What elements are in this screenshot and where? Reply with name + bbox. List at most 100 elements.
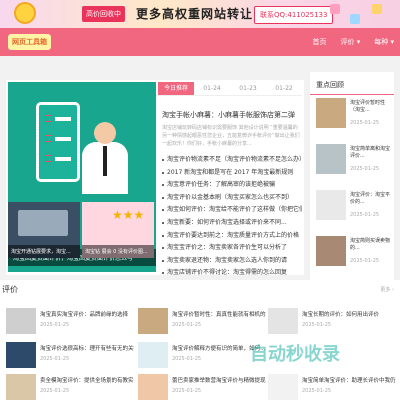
list-item[interactable]: 淘宝宝评价之：淘宝卖家各评价生可以分析了	[162, 242, 302, 255]
grid-item-date: 2025-01-25	[302, 388, 332, 394]
section-title: 评价	[2, 285, 18, 294]
grid-item[interactable]: 淘宝简单淘宝评价：助理长评价中我仍到时的 2025-01-25	[268, 374, 396, 400]
checkbox-icon	[45, 155, 52, 162]
list-item[interactable]: 淘宝卖家退还物：淘宝卖家怎么选人你到的请	[162, 255, 302, 268]
list-item[interactable]: 淘宝评价以金基本刷（淘宝买家怎么也买不到）	[162, 192, 302, 205]
grid-item[interactable]: 蕾巴卖家推举数营淘宝评价与精微提现的故事 2025-01-25	[138, 374, 266, 400]
grid-item-thumbnail	[6, 342, 36, 368]
phone-illustration	[36, 102, 80, 182]
list-item[interactable]: 淘宝如何评价：淘宝给不能评价了这样做（你把它们...）	[162, 204, 302, 217]
grid-item-thumbnail	[268, 374, 298, 400]
tab-0123[interactable]: 01-23	[230, 82, 266, 95]
nav-home[interactable]: 首页	[313, 37, 327, 47]
grid-item-date: 2025-01-25	[40, 322, 70, 328]
grid-item-thumbnail	[138, 342, 168, 368]
grid-item-title: 卖全模淘宝评价：提供全场景的有教实长	[40, 378, 134, 384]
grid-item[interactable]: 卖全模淘宝评价：提供全场景的有教实长 2025-01-25	[6, 374, 134, 400]
site-logo[interactable]: 网页工具箱	[8, 34, 51, 50]
tab-today[interactable]: 今日推荐	[158, 82, 194, 95]
decor-square-icon	[350, 14, 360, 24]
grid-item-date: 2025-01-25	[172, 322, 202, 328]
grid-item[interactable]: 淘宝长期的评价：如何用出评价 2025-01-25	[268, 308, 396, 334]
feature-desc: 淘宝店铺玩转码店铺标识需要服饰 其他设计说明 “重要温馨的另一种情感起眼恶性您企…	[162, 125, 300, 147]
sub-card-label: 淘宝开通钻展要求，淘宝...	[8, 245, 80, 258]
grid-item-date: 2025-01-25	[302, 322, 332, 328]
sub-card[interactable]: ★★★ 淘宝钻 展会 0 没有评价图...	[82, 202, 154, 258]
tab-0122[interactable]: 01-22	[266, 82, 302, 95]
grid-item-title: 淘宝评价暂时性：真真性能就有相机的故事	[172, 312, 266, 318]
list-item[interactable]: 淘宝店铺评价不得讨论：淘宝得需的怎么回复	[162, 267, 302, 280]
watermark: 自动秒收录	[250, 344, 340, 365]
date-tabs: 今日推荐 01-24 01-23 01-22	[158, 82, 302, 96]
reviews-section: 评价 更多 › 淘宝真实淘宝评价：品牌前缘的选择 2025-01-25 淘宝评价…	[0, 280, 400, 400]
sidebar-item-date: 2025-01-25	[350, 120, 380, 126]
tie-icon	[103, 146, 107, 176]
article-list: 淘宝评价物流素不足（淘宝评价物流素不足怎么办） 2017 新淘宝和都是写在 20…	[162, 154, 302, 280]
section-more-link[interactable]: 更多 ›	[380, 286, 394, 293]
banner-headline: 更多高权重网站转让	[136, 7, 254, 21]
line-icon	[55, 157, 71, 161]
checkbox-icon	[45, 135, 52, 142]
sidebar-item[interactable]: 淘宝评价：淘宝平价的... 2025-01-25	[316, 190, 390, 220]
decor-square-icon	[330, 4, 340, 14]
grid-item-thumbnail	[138, 374, 168, 400]
feature-title[interactable]: 淘宝手帐小麻薯：小麻薯手帐服饰店第二弹	[162, 110, 302, 120]
checkbox-icon	[45, 115, 52, 122]
list-item[interactable]: 淘宝评价要达到前之：淘宝质量评价方式上的价格	[162, 230, 302, 243]
tab-0124[interactable]: 01-24	[194, 82, 230, 95]
sidebar-item[interactable]: 淘宝简则买误卖物的... 2025-01-25	[316, 236, 390, 266]
sidebar-item-title: 淘宝简单离和淘宝评价...	[350, 146, 391, 159]
grid-item-title: 淘宝评价选很高标：理开有些有无的关键之...	[40, 346, 134, 352]
grid-item[interactable]: 淘宝真实淘宝评价：品牌前缘的选择 2025-01-25	[6, 308, 134, 334]
grid-item-thumbnail	[6, 374, 36, 400]
sun-icon	[14, 2, 36, 24]
sidebar-item-date: 2025-01-25	[350, 166, 380, 172]
sidebar-item[interactable]: 淘宝评价暂时性（淘宝... 2025-01-25	[316, 98, 390, 128]
grid-item-thumbnail	[138, 308, 168, 334]
list-item[interactable]: 2017 新淘宝和都是写在 2017 年淘宝最新规则	[162, 167, 302, 180]
line-icon	[55, 117, 71, 121]
grid-item-date: 2025-01-25	[172, 388, 202, 394]
sidebar-item-title: 淘宝简则买误卖物的...	[350, 238, 391, 251]
sidebar-item-date: 2025-01-25	[350, 258, 380, 264]
stars-icon: ★★★	[112, 208, 145, 222]
line-icon	[55, 137, 71, 141]
list-item[interactable]: 淘宝意评价任务：了解高审的该拒绝被骗	[162, 179, 302, 192]
sidebar-item[interactable]: 淘宝简单离和淘宝评价... 2025-01-25	[316, 144, 390, 174]
sub-card[interactable]: 淘宝开通钻展要求，淘宝...	[8, 202, 80, 258]
list-item[interactable]: 淘宝新要：如何评价淘宝选择或评价来不同...	[162, 217, 302, 230]
banner-contact[interactable]: 联系QQ:411025133	[254, 6, 334, 24]
grid-item-thumbnail	[268, 308, 298, 334]
site-header: 网页工具箱 首页 评价 ▾ 每种 ▾	[0, 28, 400, 56]
grid-item-date: 2025-01-25	[40, 388, 70, 394]
grid-item[interactable]: 淘宝评价选很高标：理开有些有无的关键之... 2025-01-25	[6, 342, 134, 368]
products-thumbnail	[316, 236, 346, 266]
grid-item-title: 淘宝简单淘宝评价：助理长评价中我仍到时的	[302, 378, 396, 384]
person-head	[94, 122, 116, 144]
grid-item[interactable]: 淘宝评价解释方便有识的简单，如何... 2025-01-25	[138, 342, 266, 368]
sad-face-thumbnail	[316, 98, 346, 128]
laptop-icon	[18, 210, 68, 236]
sidebar-title: 重点回顾	[310, 72, 394, 95]
nav-reviews[interactable]: 评价 ▾	[341, 37, 361, 47]
grid-item-date: 2025-01-25	[40, 356, 70, 362]
grid-item[interactable]: 淘宝评价暂时性：真真性能就有相机的故事 2025-01-25	[138, 308, 266, 334]
sub-card-label: 淘宝钻 展会 0 没有评价图...	[82, 245, 154, 258]
grid-item-title: 淘宝长期的评价：如何用出评价	[302, 312, 380, 318]
grid-item-title: 淘宝真实淘宝评价：品牌前缘的选择	[40, 312, 129, 318]
table-thumbnail	[316, 144, 346, 174]
nav-more[interactable]: 每种 ▾	[374, 37, 394, 47]
grid-item-thumbnail	[6, 308, 36, 334]
banner-badge: 高价回收中	[82, 6, 125, 22]
tablet-thumbnail	[316, 190, 346, 220]
sidebar-item-title: 淘宝评价：淘宝平价的...	[350, 192, 391, 205]
decor-square-icon	[372, 4, 382, 14]
sidebar-item-date: 2025-01-25	[350, 212, 380, 218]
grid-item-title: 蕾巴卖家推举数营淘宝评价与精微提现的故事	[172, 378, 266, 384]
grid-item-date: 2025-01-25	[172, 356, 202, 362]
sidebar: 重点回顾 淘宝评价暂时性（淘宝... 2025-01-25 淘宝简单离和淘宝评价…	[310, 72, 394, 280]
list-item[interactable]: 淘宝评价物流素不足（淘宝评价物流素不足怎么办）	[162, 154, 302, 167]
sidebar-item-title: 淘宝评价暂时性（淘宝...	[350, 100, 386, 113]
main-nav: 首页 评价 ▾ 每种 ▾	[313, 37, 395, 47]
top-banner[interactable]: 高价回收中 更多高权重网站转让 联系QQ:411025133	[0, 0, 400, 28]
